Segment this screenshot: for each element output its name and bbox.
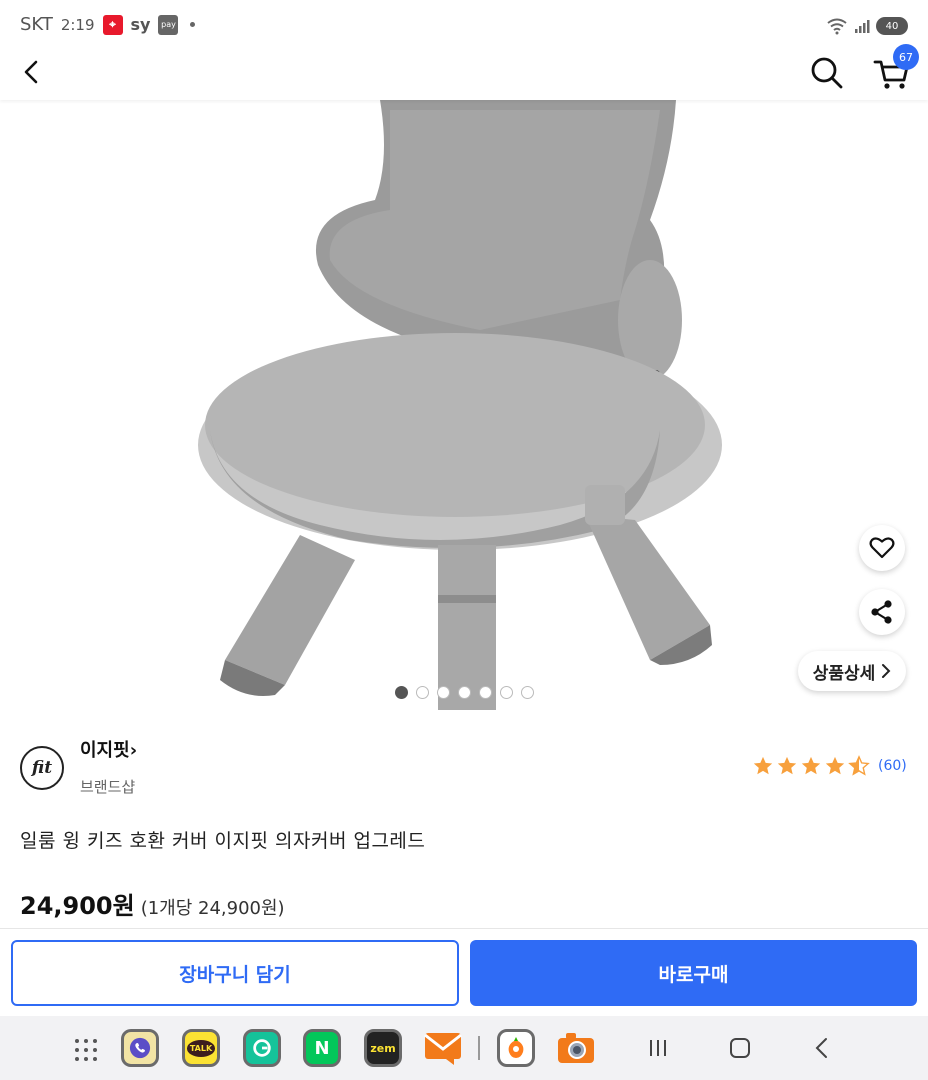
chevron-right-icon	[882, 664, 891, 678]
app-drawer-icon[interactable]	[74, 1038, 98, 1062]
brand-name: 이지핏	[80, 740, 130, 761]
product-image-carousel[interactable]	[0, 100, 928, 710]
product-detail-button[interactable]: 상품상세	[798, 651, 906, 691]
heart-icon	[869, 537, 895, 559]
carrier-label: SKT	[20, 14, 53, 35]
search-button[interactable]	[808, 54, 846, 92]
carousel-dot-4[interactable]	[458, 686, 471, 699]
buy-now-button[interactable]: 바로구매	[470, 940, 917, 1006]
notification-app-icon: ⌖	[102, 14, 123, 35]
wifi-icon	[827, 18, 847, 35]
carousel-dot-7[interactable]	[521, 686, 534, 699]
chevron-left-icon	[815, 1038, 827, 1058]
carousel-dot-1[interactable]	[395, 686, 408, 699]
zem-app-icon[interactable]: zem	[364, 1029, 402, 1067]
recent-apps-button[interactable]	[644, 1034, 672, 1062]
mail-app-icon[interactable]	[424, 1029, 462, 1067]
carousel-pagination	[395, 686, 534, 699]
brand-shop-label[interactable]: 브랜드샵	[80, 776, 135, 797]
carrot-app-icon[interactable]	[497, 1029, 535, 1067]
product-title: 일룸 윙 키즈 호환 커버 이지핏 의자커버 업그레드	[20, 830, 426, 852]
grammarly-app-icon[interactable]	[243, 1029, 281, 1067]
signal-icon	[855, 20, 870, 33]
clock: 2:19	[60, 15, 95, 34]
brand-logo[interactable]: fit	[20, 746, 64, 790]
brand-name-link[interactable]: 이지핏›	[80, 736, 137, 762]
brand-section: fit 이지핏› 브랜드샵 (60)	[0, 730, 928, 810]
star-full-icon	[777, 756, 797, 775]
product-rating[interactable]: (60)	[752, 755, 907, 777]
star-full-icon	[753, 756, 773, 775]
add-to-cart-button[interactable]: 장바구니 담기	[11, 940, 459, 1006]
system-back-button[interactable]	[808, 1034, 836, 1062]
home-button[interactable]	[726, 1034, 754, 1062]
unit-price: (1개당 24,900원)	[140, 898, 285, 919]
more-notifications-icon	[190, 22, 196, 27]
divider	[0, 928, 928, 929]
sy-notification-icon: sy	[130, 15, 151, 34]
top-nav	[0, 44, 928, 100]
back-button[interactable]	[16, 56, 48, 88]
star-half-icon	[848, 755, 870, 776]
naver-app-icon[interactable]: N	[303, 1029, 341, 1067]
carousel-dot-3[interactable]	[437, 686, 450, 699]
dock-separator	[478, 1036, 480, 1060]
carousel-dot-2[interactable]	[416, 686, 429, 699]
camera-app-icon[interactable]	[557, 1029, 595, 1067]
battery-icon: 40	[876, 17, 908, 35]
chevron-right-icon: ›	[129, 740, 138, 761]
product-detail-label: 상품상세	[812, 663, 876, 684]
chevron-left-icon	[24, 60, 38, 84]
pay-notification-icon: pay	[158, 14, 179, 35]
price-row: 24,900원 (1개당 24,900원)	[20, 886, 285, 921]
cart-count-badge: 67	[893, 44, 919, 70]
kakaotalk-app-icon[interactable]: TALK	[182, 1029, 220, 1067]
share-button[interactable]	[859, 589, 905, 635]
search-icon	[811, 57, 843, 89]
system-navigation-bar: TALK N zem	[0, 1016, 928, 1080]
carousel-dot-6[interactable]	[500, 686, 513, 699]
share-icon	[871, 600, 892, 624]
phone-app-icon[interactable]	[121, 1029, 159, 1067]
product-photo-chair	[198, 100, 722, 710]
home-icon	[730, 1038, 750, 1058]
product-price: 24,900원	[20, 892, 135, 920]
carousel-dot-5[interactable]	[479, 686, 492, 699]
star-full-icon	[825, 756, 845, 775]
recent-apps-icon	[650, 1040, 666, 1056]
review-count: (60)	[878, 758, 907, 774]
wishlist-button[interactable]	[859, 525, 905, 571]
brand-logo-text: fit	[31, 758, 53, 778]
star-full-icon	[801, 756, 821, 775]
